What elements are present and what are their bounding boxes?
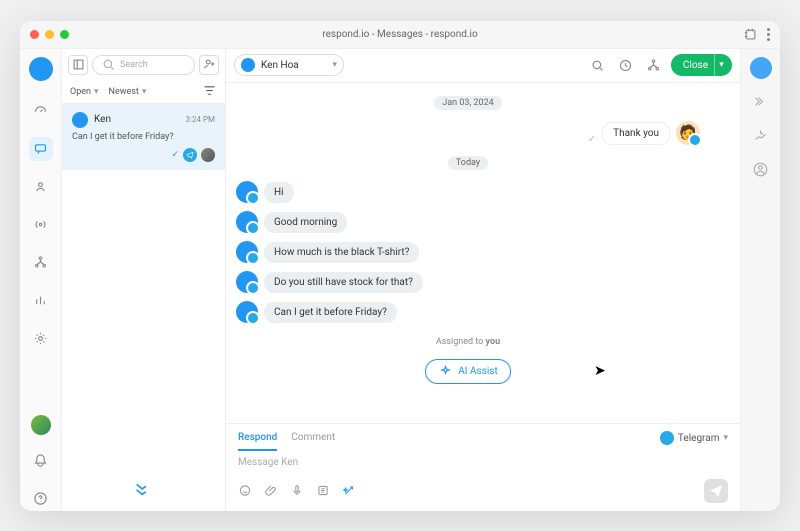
nav-settings[interactable]	[29, 327, 53, 351]
message-bubble: Can I get it before Friday?	[264, 302, 397, 323]
contact-avatar	[236, 241, 258, 263]
filter-sort-dropdown[interactable]: Newest▾	[109, 87, 147, 97]
main-nav	[20, 49, 62, 511]
chat-panel: Ken Hoa ▾ Close ▾ Jan 03, 2024 ✓ Thank y…	[226, 49, 740, 511]
send-button[interactable]	[704, 479, 728, 503]
nav-broadcast[interactable]	[29, 213, 53, 237]
browser-menu-icon[interactable]	[767, 28, 770, 41]
window-controls	[30, 30, 69, 39]
snooze-button[interactable]	[615, 54, 637, 76]
conversation-preview: Can I get it before Friday?	[72, 132, 215, 142]
telegram-icon	[660, 431, 674, 445]
message-incoming: Good morning	[236, 211, 700, 233]
filter-status-dropdown[interactable]: Open▾	[70, 87, 99, 97]
app-body: Search Open▾ Newest▾ Ken 3:24 PM Can I g…	[20, 49, 780, 511]
message-list: Jan 03, 2024 ✓ Thank you 🧑 Today Hi Good…	[226, 83, 740, 423]
sparkle-icon	[438, 364, 453, 379]
filter-icon[interactable]	[202, 83, 217, 101]
message-incoming: Can I get it before Friday?	[236, 301, 700, 323]
window-title: respond.io - Messages - respond.io	[322, 29, 477, 40]
chat-search-button[interactable]	[587, 54, 609, 76]
ai-assist-button[interactable]: AI Assist	[425, 359, 510, 384]
app-window: respond.io - Messages - respond.io	[20, 21, 780, 511]
contact-avatar	[241, 58, 255, 72]
chevron-down-icon: ▾	[332, 60, 337, 70]
contact-avatar	[236, 181, 258, 203]
emoji-button[interactable]	[238, 484, 252, 498]
assign-button[interactable]	[643, 54, 665, 76]
message-incoming: Do you still have stock for that?	[236, 271, 700, 293]
message-bubble: Good morning	[264, 212, 347, 233]
nav-user-avatar[interactable]	[31, 415, 51, 435]
nav-reports[interactable]	[29, 289, 53, 313]
date-separator: Today	[448, 156, 488, 170]
chevron-down-icon: ▾	[723, 433, 728, 443]
message-incoming: Hi	[236, 181, 700, 203]
contact-name: Ken Hoa	[261, 60, 326, 71]
minimize-window-button[interactable]	[45, 30, 54, 39]
chat-header: Ken Hoa ▾ Close ▾	[226, 49, 740, 83]
new-conversation-button[interactable]	[199, 55, 219, 75]
extension-icon[interactable]	[743, 27, 757, 41]
assigned-notice: Assigned to you	[236, 337, 700, 347]
window-titlebar: respond.io - Messages - respond.io	[20, 21, 780, 49]
search-icon	[101, 57, 116, 72]
contact-avatar	[236, 271, 258, 293]
message-incoming: How much is the black T-shirt?	[236, 241, 700, 263]
maximize-window-button[interactable]	[60, 30, 69, 39]
nav-messages[interactable]	[29, 137, 53, 161]
contact-avatar	[236, 211, 258, 233]
composer: Respond Comment Telegram ▾ Message Ken	[226, 423, 740, 511]
close-dropdown-button[interactable]: ▾	[714, 54, 728, 76]
agent-avatar: 🧑	[676, 121, 700, 145]
conversation-list-panel: Search Open▾ Newest▾ Ken 3:24 PM Can I g…	[62, 49, 226, 511]
conversation-avatar	[72, 112, 88, 128]
snippets-button[interactable]	[316, 484, 330, 498]
nav-help[interactable]	[29, 487, 53, 511]
contact-dropdown[interactable]: Ken Hoa ▾	[234, 54, 344, 76]
close-conversation-button[interactable]: Close ▾	[671, 54, 732, 76]
search-placeholder: Search	[120, 60, 148, 70]
chevron-down-icon: ▾	[719, 60, 724, 70]
rail-contact-button[interactable]	[750, 159, 772, 181]
search-input[interactable]: Search	[92, 55, 195, 75]
nav-notifications[interactable]	[29, 449, 53, 473]
chevron-down-icon: ▾	[94, 87, 99, 97]
close-window-button[interactable]	[30, 30, 39, 39]
right-rail	[740, 49, 780, 511]
contact-avatar	[236, 301, 258, 323]
nav-contacts[interactable]	[29, 175, 53, 199]
channel-selector[interactable]: Telegram ▾	[660, 431, 728, 445]
tab-comment[interactable]: Comment	[291, 426, 335, 451]
conversation-name: Ken	[94, 114, 180, 125]
delivered-check-icon: ✓	[588, 134, 596, 145]
brand-logo	[62, 465, 225, 511]
message-outgoing: ✓ Thank you 🧑	[236, 121, 700, 145]
message-bubble: Hi	[264, 182, 294, 203]
nav-dashboard[interactable]	[29, 99, 53, 123]
panel-toggle-button[interactable]	[68, 55, 88, 75]
tab-respond[interactable]: Respond	[238, 426, 277, 451]
attachment-button[interactable]	[264, 484, 278, 498]
chevron-down-icon: ▾	[142, 87, 147, 97]
conversation-item[interactable]: Ken 3:24 PM Can I get it before Friday? …	[62, 103, 225, 170]
rail-activity-button[interactable]	[750, 125, 772, 147]
message-input[interactable]: Message Ken	[238, 457, 728, 473]
voice-button[interactable]	[290, 484, 304, 498]
message-bubble: Thank you	[602, 122, 670, 145]
nav-workflows[interactable]	[29, 251, 53, 275]
contact-details-avatar[interactable]	[750, 57, 772, 79]
ai-compose-button[interactable]	[342, 484, 356, 498]
message-bubble: How much is the black T-shirt?	[264, 242, 419, 263]
org-logo[interactable]	[29, 57, 53, 81]
read-check-icon: ✓	[171, 150, 179, 160]
conversation-time: 3:24 PM	[186, 115, 215, 124]
date-separator: Jan 03, 2024	[434, 96, 501, 110]
rail-expand-button[interactable]	[750, 91, 772, 113]
channel-telegram-icon	[183, 148, 197, 162]
assignee-avatar	[201, 148, 215, 162]
message-bubble: Do you still have stock for that?	[264, 272, 423, 293]
